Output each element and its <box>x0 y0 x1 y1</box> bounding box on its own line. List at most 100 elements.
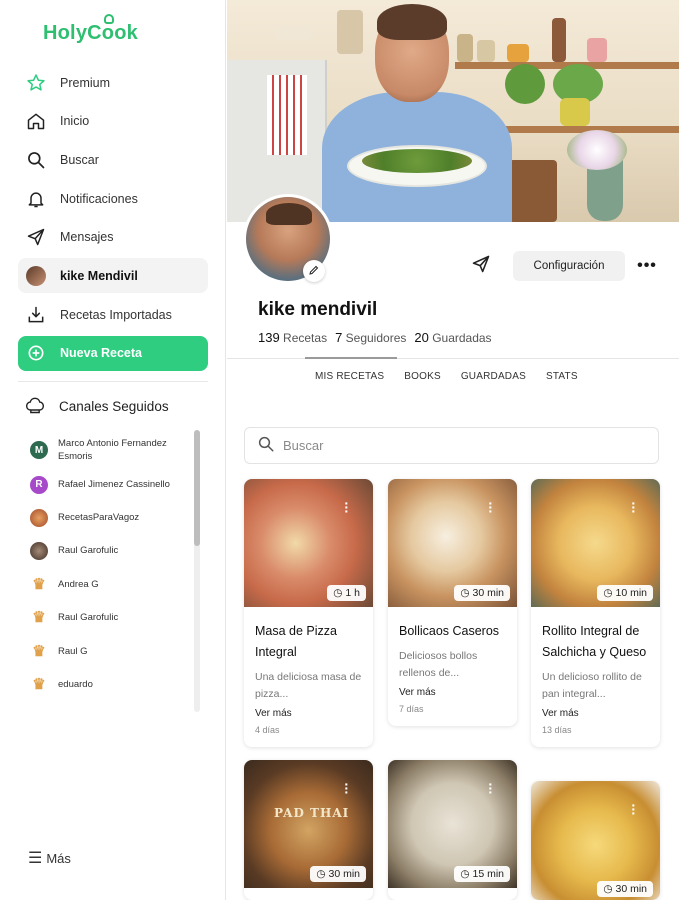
new-recipe-button[interactable]: Nueva Receta <box>18 335 208 371</box>
tab-guardadas[interactable]: GUARDADAS <box>461 371 526 382</box>
channels-title-label: Canales Seguidos <box>59 399 169 414</box>
card-menu-icon[interactable]: · · · <box>488 496 493 518</box>
channel-item[interactable]: RecetasParaVagoz <box>30 501 200 534</box>
sidebar-divider <box>18 381 208 382</box>
time-badge: ◷ 15 min <box>454 866 510 882</box>
search-icon <box>257 435 275 456</box>
sidebar-item-inicio[interactable]: Inicio <box>18 104 208 139</box>
scrollbar-thumb[interactable] <box>194 430 200 546</box>
chef-hat-icon <box>104 14 114 24</box>
recipe-card[interactable]: · · · ◷ 10 min Rollito Integral de Salchich… <box>531 479 660 747</box>
salad <box>362 149 472 173</box>
sidebar-item-label: Inicio <box>60 114 90 129</box>
settings-button[interactable]: Configuración <box>513 251 625 281</box>
time-badge: ◷ 10 min <box>597 585 653 601</box>
sidebar-item-profile[interactable]: kike Mendivil <box>18 258 208 294</box>
channel-name: Marco Antonio Fernandez Esmoris <box>58 437 167 463</box>
app-logo[interactable]: HolyCook <box>43 14 138 45</box>
tab-stats[interactable]: STATS <box>546 371 578 382</box>
more-label: Más <box>46 850 71 866</box>
jar <box>587 38 607 62</box>
clock-icon: ◷ <box>460 868 470 880</box>
clock-icon: ◷ <box>603 587 613 599</box>
sidebar-item-label: Recetas Importadas <box>60 307 172 322</box>
time-label: 30 min <box>328 868 360 880</box>
followers-label: Seguidores <box>345 331 407 345</box>
channel-item[interactable]: ♛ Andrea G <box>30 567 200 601</box>
send-icon <box>25 226 47 248</box>
channel-avatar: ♛ <box>30 608 48 627</box>
sidebar-item-recetas-importadas[interactable]: Recetas Importadas <box>18 297 208 332</box>
time-badge: ◷ 1 h <box>327 585 366 601</box>
channel-item[interactable]: M Marco Antonio Fernandez Esmoris <box>30 432 200 468</box>
channel-item[interactable]: ♛ Raul Garofulic <box>30 601 200 634</box>
bell-icon <box>25 188 47 210</box>
more-menu-button[interactable]: ☰ Más <box>28 848 71 868</box>
sidebar-item-notificaciones[interactable]: Notificaciones <box>18 181 208 216</box>
recipe-card[interactable]: PAD THAI · · · ◷ 30 min <box>244 760 373 900</box>
sidebar-item-mensajes[interactable]: Mensajes <box>18 220 208 255</box>
channel-item[interactable]: ♛ eduardo <box>30 668 200 701</box>
clock-icon: ◷ <box>316 868 326 880</box>
see-more-link[interactable]: Ver más <box>542 708 649 719</box>
time-label: 30 min <box>472 587 504 599</box>
chef-hat-icon <box>25 395 45 418</box>
channel-item[interactable]: R Rafael Jimenez Cassinello <box>30 468 200 501</box>
star-icon <box>25 72 47 94</box>
recipe-description: Una deliciosa masa de pizza... <box>255 671 362 700</box>
recipe-description: Un delicioso rollito de pan integral... <box>542 671 642 700</box>
followers-stat[interactable]: 7 Seguidores <box>335 330 406 345</box>
channel-item[interactable]: ♛ Raul G <box>30 634 200 668</box>
channel-name: RecetasParaVagoz <box>58 512 140 523</box>
sidebar-item-buscar[interactable]: Buscar <box>18 142 208 177</box>
recipe-title: Bollicaos Caseros <box>399 624 500 638</box>
profile-tabs: MIS RECETAS BOOKS GUARDADAS STATS <box>315 371 578 382</box>
channels-scrollbar[interactable] <box>194 430 200 712</box>
card-menu-icon[interactable]: · · · <box>344 777 349 799</box>
avatar <box>25 265 47 287</box>
recipe-image-text: PAD THAI <box>274 806 350 820</box>
home-icon <box>25 110 47 132</box>
tab-books[interactable]: BOOKS <box>404 371 441 382</box>
knife-block <box>509 160 557 222</box>
jar <box>457 34 473 62</box>
channel-item[interactable]: Raul Garofulic <box>30 534 200 567</box>
edit-avatar-button[interactable] <box>303 260 325 282</box>
recipes-stat[interactable]: 139 Recetas <box>258 330 327 345</box>
recipe-card[interactable]: · · · ◷ 30 min <box>531 781 660 900</box>
time-badge: ◷ 30 min <box>310 866 366 882</box>
sidebar-nav: Premium Inicio Buscar Notificaciones Men… <box>18 65 208 375</box>
recipes-count: 139 <box>258 330 280 345</box>
sidebar-item-premium[interactable]: Premium <box>18 65 208 100</box>
recipe-card[interactable]: · · · ◷ 30 min Bollicaos Caseros Deliciosos… <box>388 479 517 726</box>
card-menu-icon[interactable]: · · · <box>631 798 636 820</box>
send-icon <box>471 254 491 279</box>
send-message-button[interactable] <box>469 254 493 278</box>
recipe-image: · · · ◷ 1 h <box>244 479 373 607</box>
card-menu-icon[interactable]: · · · <box>344 496 349 518</box>
recipe-image: · · · ◷ 15 min <box>388 760 517 888</box>
channel-name: Andrea G <box>58 578 99 590</box>
recipe-card[interactable]: · · · ◷ 15 min <box>388 760 517 900</box>
time-badge: ◷ 30 min <box>597 881 653 897</box>
plus-circle-icon <box>25 342 47 364</box>
channel-name: eduardo <box>58 679 93 690</box>
recipe-search-input[interactable]: Buscar <box>244 427 659 464</box>
channel-avatar: ♛ <box>30 575 48 593</box>
tab-mis-recetas[interactable]: MIS RECETAS <box>315 371 384 382</box>
new-recipe-label: Nueva Receta <box>60 346 142 361</box>
saved-stat[interactable]: 20 Guardadas <box>414 330 491 345</box>
sidebar: HolyCook Premium Inicio Buscar Notificac… <box>0 0 226 900</box>
recipe-age: 4 días <box>255 725 280 735</box>
card-menu-icon[interactable]: · · · <box>631 496 636 518</box>
flowers <box>567 130 627 170</box>
recipe-card[interactable]: · · · ◷ 1 h Masa de Pizza Integral Una deli… <box>244 479 373 747</box>
recipe-image: · · · ◷ 30 min <box>388 479 517 607</box>
more-options-icon[interactable]: ••• <box>635 254 659 278</box>
see-more-link[interactable]: Ver más <box>399 687 506 698</box>
time-label: 15 min <box>472 868 504 880</box>
see-more-link[interactable]: Ver más <box>255 708 362 719</box>
card-menu-icon[interactable]: · · · <box>488 777 493 799</box>
main-content: Configuración ••• kike mendivil 139 Rece… <box>227 0 679 900</box>
channel-avatar: ♛ <box>30 675 48 694</box>
